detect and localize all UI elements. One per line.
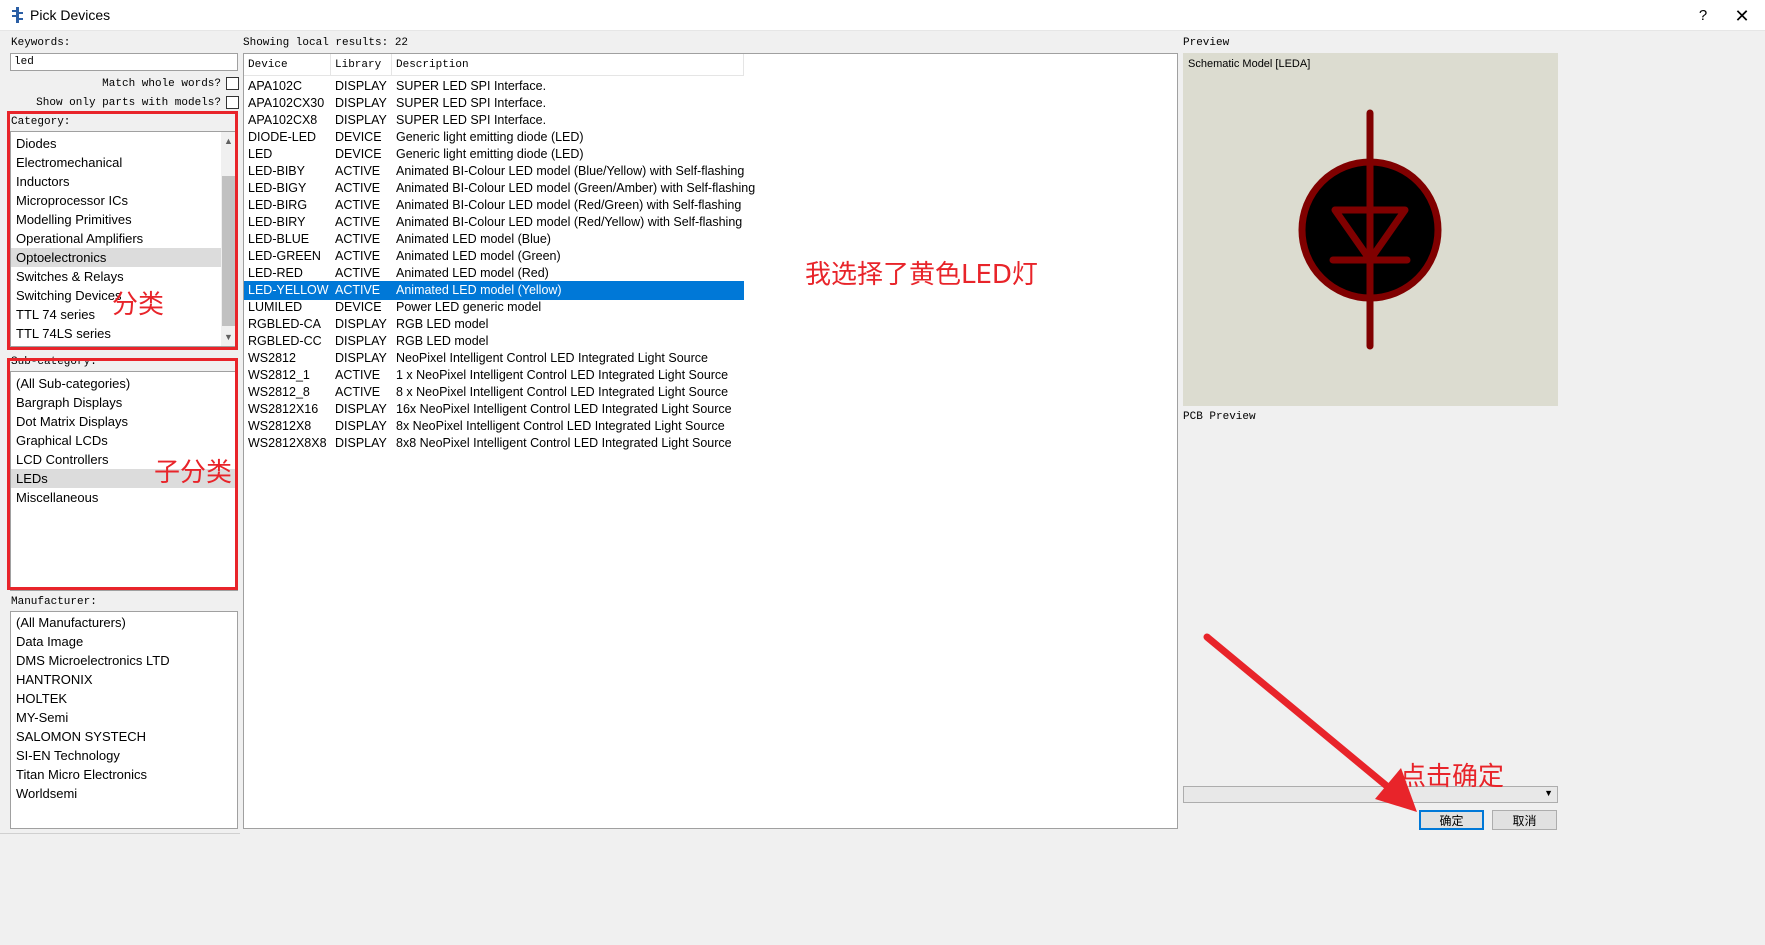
column-divider xyxy=(743,54,744,76)
results-summary: Showing local results: 22 xyxy=(243,37,409,49)
arrow-icon xyxy=(1203,633,1417,812)
manufacturer-item[interactable]: (All Manufacturers) xyxy=(11,613,237,632)
keywords-label: Keywords: xyxy=(11,37,71,49)
manufacturer-item[interactable]: HOLTEK xyxy=(11,689,237,708)
column-header-library[interactable]: Library xyxy=(335,59,381,71)
pcb-preview-label: PCB Preview xyxy=(1183,411,1256,423)
column-divider xyxy=(330,54,331,76)
match-whole-words-checkbox[interactable] xyxy=(226,77,239,90)
manufacturer-item[interactable]: Worldsemi xyxy=(11,784,237,803)
table-row[interactable]: WS2812X8X8 DISPLAY 8x8 NeoPixel Intelligen… xyxy=(244,434,744,453)
results-header: Device Library Description xyxy=(244,54,744,76)
manufacturer-list[interactable]: (All Manufacturers) Data Image DMS Microel… xyxy=(10,611,238,829)
title-bar: Pick Devices ? ✕ xyxy=(0,0,1765,31)
preview-label: Preview xyxy=(1183,37,1230,49)
match-whole-words-label: Match whole words? xyxy=(102,78,221,90)
subcategory-annotation: 子分类 xyxy=(154,458,233,488)
manufacturer-item[interactable]: Data Image xyxy=(11,632,237,651)
manufacturer-item[interactable]: HANTRONIX xyxy=(11,670,237,689)
window-title: Pick Devices xyxy=(30,7,111,23)
category-annotation: 分类 xyxy=(112,290,165,320)
chevron-down-icon[interactable]: ▼ xyxy=(1544,788,1553,798)
column-header-device[interactable]: Device xyxy=(248,59,288,71)
column-header-description[interactable]: Description xyxy=(396,59,469,71)
preview-model-name: Schematic Model [LEDA] xyxy=(1188,58,1311,70)
show-only-models-label: Show only parts with models? xyxy=(36,97,221,109)
results-table[interactable]: Device Library Description APA102C DISPLA… xyxy=(243,53,1178,829)
help-button[interactable]: ? xyxy=(1688,4,1718,28)
manufacturer-item[interactable]: DMS Microelectronics LTD xyxy=(11,651,237,670)
show-only-models-checkbox[interactable] xyxy=(226,96,239,109)
schematic-preview: Schematic Model [LEDA] xyxy=(1183,53,1558,406)
manufacturer-item[interactable]: SI-EN Technology xyxy=(11,746,237,765)
manufacturer-item[interactable]: Titan Micro Electronics xyxy=(11,765,237,784)
library-cell: DISPLAY xyxy=(335,436,387,450)
device-cell: WS2812X8X8 xyxy=(248,436,327,450)
keywords-input[interactable]: led xyxy=(10,53,238,71)
description-cell: 8x8 NeoPixel Intelligent Control LED Int… xyxy=(396,436,732,450)
app-icon xyxy=(12,7,23,23)
cancel-button[interactable]: 取消 xyxy=(1492,810,1557,830)
close-button[interactable]: ✕ xyxy=(1725,4,1759,28)
status-divider xyxy=(0,833,240,841)
manufacturer-item[interactable]: MY-Semi xyxy=(11,708,237,727)
led-symbol-icon xyxy=(1298,109,1442,350)
manufacturer-label: Manufacturer: xyxy=(11,596,97,608)
column-divider xyxy=(391,54,392,76)
selection-annotation: 我选择了黄色LED灯 xyxy=(805,260,1038,290)
manufacturer-item[interactable]: SALOMON SYSTECH xyxy=(11,727,237,746)
